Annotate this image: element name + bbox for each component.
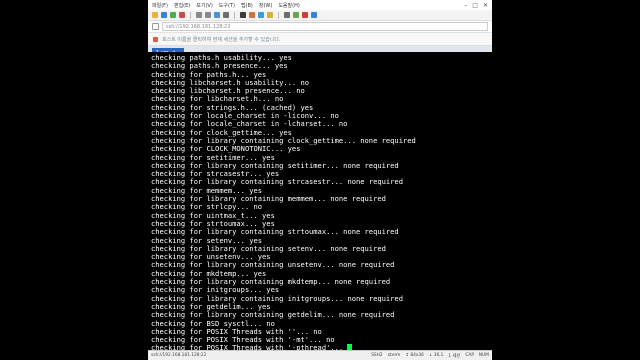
address-input[interactable]: ssh://192.168.181.128:22 xyxy=(162,22,488,31)
open-icon[interactable] xyxy=(161,12,167,18)
status-item: NUM xyxy=(478,352,489,358)
status-item: CAP xyxy=(465,352,474,358)
script-icon[interactable] xyxy=(293,12,299,18)
transfer-icon[interactable] xyxy=(302,12,308,18)
font-icon[interactable] xyxy=(240,12,246,18)
toolbar-separator xyxy=(190,11,191,19)
terminal-lines: checking paths.h usability... yes checkin… xyxy=(151,53,416,350)
status-item: xterm xyxy=(387,352,401,358)
menu-item-2[interactable]: 보기(V) xyxy=(196,2,213,9)
status-item: ↓ 36,1 xyxy=(428,352,444,358)
keyboard-icon[interactable] xyxy=(284,12,290,18)
close-button[interactable]: ✕ xyxy=(483,2,488,9)
connect-icon[interactable] xyxy=(170,12,176,18)
disconnect-icon[interactable] xyxy=(179,12,185,18)
status-item: SSH2 xyxy=(371,352,383,358)
paste-icon[interactable] xyxy=(205,12,211,18)
menu-item-5[interactable]: 창(W) xyxy=(259,2,272,9)
status-item: ↕ 84x36 xyxy=(405,352,424,358)
help-icon[interactable] xyxy=(311,12,317,18)
toolbar-separator xyxy=(278,11,279,19)
print-icon[interactable] xyxy=(223,12,229,18)
maximize-button[interactable]: □ xyxy=(472,2,478,9)
menu-item-6[interactable]: 도움말(H) xyxy=(278,2,299,9)
menu-item-0[interactable]: 파일(F) xyxy=(152,2,168,9)
info-text: 호스트 이름을 클릭하여 현재 세션을 추가할 수 있습니다. xyxy=(162,36,281,43)
new-session-icon[interactable] xyxy=(152,12,158,18)
toolbar xyxy=(148,10,492,21)
terminal-output[interactable]: checking paths.h usability... yes checkin… xyxy=(148,52,492,350)
menu-item-4[interactable]: 탭(B) xyxy=(241,2,253,9)
color-icon[interactable] xyxy=(249,12,255,18)
lock-icon[interactable] xyxy=(267,12,273,18)
status-connection: ssh://192.168.181.128:22 xyxy=(151,353,207,358)
menu-item-3[interactable]: 도구(T) xyxy=(219,2,235,9)
copy-icon[interactable] xyxy=(196,12,202,18)
terminal-window: 파일(F) 편집(E) 보기(V) 도구(T) 탭(B) 창(W) 도움말(H) – □ ✕ s… xyxy=(148,0,492,360)
status-item: 1 세션 xyxy=(448,353,461,359)
address-icon xyxy=(152,23,159,30)
find-icon[interactable] xyxy=(214,12,220,18)
info-icon xyxy=(153,36,158,42)
info-bar: 호스트 이름을 클릭하여 현재 세션을 추가할 수 있습니다. xyxy=(148,33,492,46)
status-bar: ssh://192.168.181.128:22 SSH2 xterm ↕ 84x3… xyxy=(148,350,492,360)
menu-bar: 파일(F) 편집(E) 보기(V) 도구(T) 탭(B) 창(W) 도움말(H) – □ ✕ xyxy=(148,0,492,10)
terminal-line: checking for POSIX Threads with '-pthrea… xyxy=(151,343,348,350)
address-bar: ssh://192.168.181.128:22 xyxy=(148,21,492,33)
menu-item-1[interactable]: 편집(E) xyxy=(174,2,190,9)
minimize-button[interactable]: – xyxy=(464,2,467,9)
globe-icon[interactable] xyxy=(258,12,264,18)
toolbar-separator xyxy=(234,11,235,19)
